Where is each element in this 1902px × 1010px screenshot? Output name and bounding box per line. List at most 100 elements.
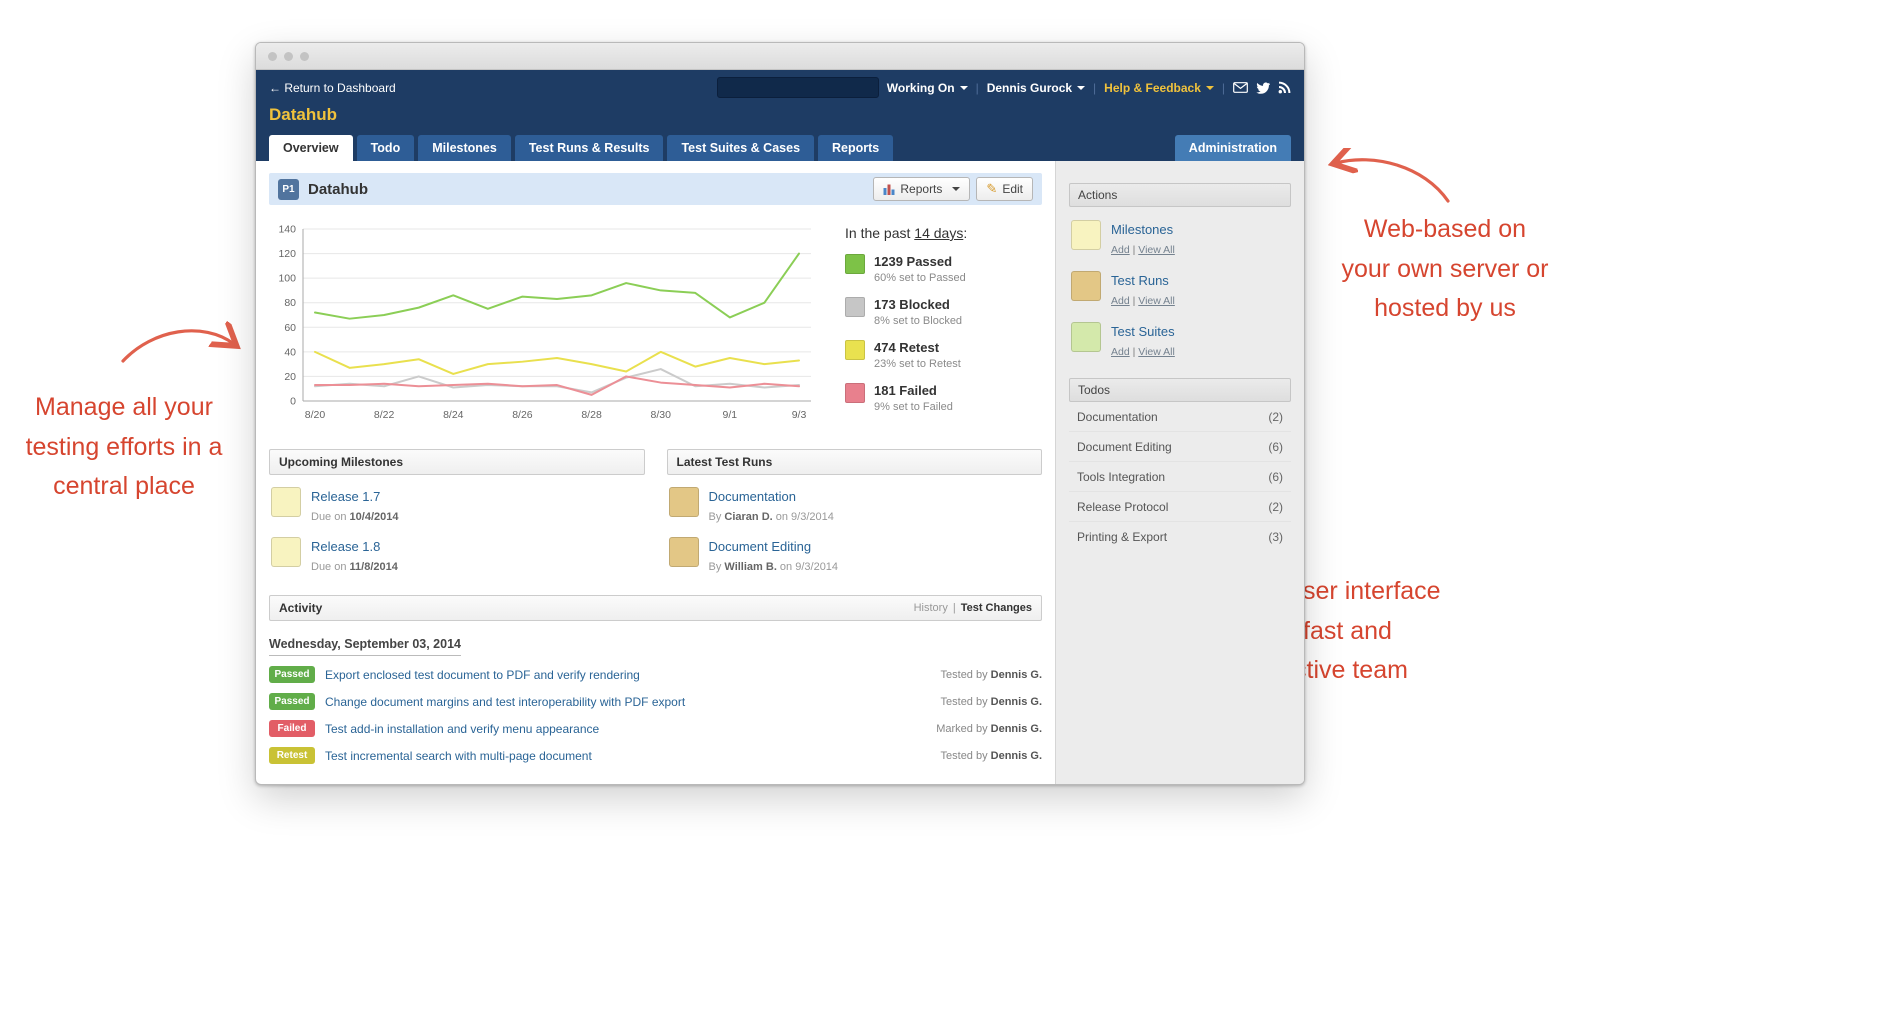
tab-reports[interactable]: Reports xyxy=(818,135,894,161)
milestone-due: Due on 11/8/2014 xyxy=(311,561,398,573)
milestones-add-link[interactable]: Add xyxy=(1111,244,1130,256)
arrow-top-right-annotation xyxy=(1328,148,1450,203)
arrow-left-annotation xyxy=(121,316,244,363)
milestone-link[interactable]: Release 1.7 xyxy=(311,489,380,504)
edit-button[interactable]: ✎ Edit xyxy=(976,177,1033,201)
todo-item[interactable]: Documentation (2) xyxy=(1069,402,1291,432)
todos-block: Todos Documentation (2) Document Editing… xyxy=(1069,378,1291,551)
date-range-link[interactable]: 14 days xyxy=(914,225,963,241)
test-suite-icon xyxy=(1071,322,1101,352)
status-badge: Passed xyxy=(269,693,315,710)
test-run-link[interactable]: Document Editing xyxy=(709,539,812,554)
svg-text:60: 60 xyxy=(284,322,296,334)
top-navigation: ← Return to Dashboard Working On | Denni… xyxy=(256,70,1304,161)
page-title: Datahub xyxy=(308,180,368,198)
svg-text:9/1: 9/1 xyxy=(723,409,738,421)
todos-header: Todos xyxy=(1069,378,1291,402)
search-input[interactable] xyxy=(726,80,873,95)
test-suites-add-link[interactable]: Add xyxy=(1111,346,1130,358)
right-sidebar: Actions Milestones Add | View All Test R… xyxy=(1055,161,1304,784)
separator: | xyxy=(1132,295,1136,307)
tab-overview[interactable]: Overview xyxy=(269,135,353,161)
user-menu[interactable]: Dennis Gurock xyxy=(987,81,1086,95)
todo-item[interactable]: Tools Integration (6) xyxy=(1069,462,1291,492)
svg-text:8/20: 8/20 xyxy=(305,409,326,421)
mail-icon[interactable] xyxy=(1233,82,1248,93)
milestone-icon xyxy=(271,537,301,567)
chevron-down-icon xyxy=(959,85,968,90)
separator: | xyxy=(1093,80,1097,95)
svg-text:100: 100 xyxy=(278,273,296,285)
test-runs-view-all-link[interactable]: View All xyxy=(1138,295,1175,307)
rss-icon[interactable] xyxy=(1278,81,1291,94)
project-badge: P1 xyxy=(278,178,299,200)
window-zoom-button[interactable] xyxy=(300,51,309,61)
svg-text:8/28: 8/28 xyxy=(581,409,602,421)
activity-row: Retest Test incremental search with mult… xyxy=(269,747,1042,764)
retest-swatch xyxy=(845,340,865,360)
return-to-dashboard-link[interactable]: ← Return to Dashboard xyxy=(269,81,396,95)
status-badge: Retest xyxy=(269,747,315,764)
latest-test-runs-header: Latest Test Runs xyxy=(666,449,1042,475)
milestone-item: Release 1.7 Due on 10/4/2014 xyxy=(269,475,645,525)
reports-button[interactable]: Reports xyxy=(873,177,971,201)
marketing-canvas: { "annotations": { "left_text": "Manage … xyxy=(0,0,1902,1010)
annotation-top-right: Web-based on your own server or hosted b… xyxy=(1341,215,1549,322)
activity-row: Passed Export enclosed test document to … xyxy=(269,666,1042,683)
svg-text:8/26: 8/26 xyxy=(512,409,533,421)
separator: | xyxy=(975,80,979,95)
test-run-link[interactable]: Documentation xyxy=(709,489,796,504)
window-close-button[interactable] xyxy=(268,51,277,61)
test-run-icon xyxy=(668,537,699,567)
search-box[interactable] xyxy=(716,77,879,98)
chevron-down-icon xyxy=(1205,85,1214,90)
blocked-swatch xyxy=(845,297,865,317)
todo-item[interactable]: Release Protocol (2) xyxy=(1069,492,1291,522)
window-minimize-button[interactable] xyxy=(284,51,293,61)
activity-row: Passed Change document margins and test … xyxy=(269,693,1042,710)
test-run-item: Document Editing By William B. on 9/3/20… xyxy=(667,525,1043,575)
summary-title: In the past 14 days: xyxy=(845,225,968,241)
todo-label: Tools Integration xyxy=(1077,470,1166,484)
main-column: P1 Datahub Reports ✎ Edit 0 20 40 60 80 … xyxy=(256,161,1055,784)
legend-entry-failed: 181 Failed 9% set to Failed xyxy=(845,383,967,413)
todo-item[interactable]: Printing & Export (3) xyxy=(1069,522,1291,551)
activity-test-link[interactable]: Change document margins and test interop… xyxy=(325,695,685,709)
history-link[interactable]: History xyxy=(914,602,948,614)
failed-swatch xyxy=(845,383,865,403)
test-suites-view-all-link[interactable]: View All xyxy=(1138,346,1175,358)
activity-test-link[interactable]: Test incremental search with multi-page … xyxy=(325,749,592,763)
test-suites-link[interactable]: Test Suites xyxy=(1111,324,1175,339)
status-badge: Passed xyxy=(269,666,315,683)
action-milestones: Milestones Add | View All xyxy=(1069,207,1291,258)
separator: | xyxy=(952,602,956,614)
activity-test-link[interactable]: Export enclosed test document to PDF and… xyxy=(325,668,640,682)
tab-test-suites-cases[interactable]: Test Suites & Cases xyxy=(667,135,815,161)
test-changes-link[interactable]: Test Changes xyxy=(961,602,1032,614)
svg-text:0: 0 xyxy=(290,396,296,408)
tab-administration[interactable]: Administration xyxy=(1174,135,1291,161)
todo-label: Release Protocol xyxy=(1077,500,1169,514)
svg-text:9/3: 9/3 xyxy=(792,409,807,421)
test-run-icon xyxy=(1071,271,1101,301)
tab-todo[interactable]: Todo xyxy=(356,135,415,161)
twitter-icon[interactable] xyxy=(1256,82,1270,94)
activity-title: Activity xyxy=(279,601,323,615)
test-runs-add-link[interactable]: Add xyxy=(1111,295,1130,307)
failed-detail: 9% set to Failed xyxy=(874,401,953,413)
milestones-link[interactable]: Milestones xyxy=(1111,222,1173,237)
todo-item[interactable]: Document Editing (6) xyxy=(1069,432,1291,462)
legend-entry-retest: 474 Retest 23% set to Retest xyxy=(845,340,967,370)
milestone-link[interactable]: Release 1.8 xyxy=(311,539,380,554)
summary-legend: In the past 14 days: 1239 Passed 60% set… xyxy=(845,219,967,431)
milestones-view-all-link[interactable]: View All xyxy=(1138,244,1175,256)
tab-milestones[interactable]: Milestones xyxy=(418,135,511,161)
test-run-by: By Ciaran D. on 9/3/2014 xyxy=(708,511,834,523)
test-runs-link[interactable]: Test Runs xyxy=(1111,273,1169,288)
test-run-icon xyxy=(668,487,699,517)
tab-test-runs-results[interactable]: Test Runs & Results xyxy=(514,135,664,161)
activity-test-link[interactable]: Test add-in installation and verify menu… xyxy=(325,722,599,736)
help-feedback-menu[interactable]: Help & Feedback xyxy=(1104,81,1214,95)
working-on-menu[interactable]: Working On xyxy=(887,81,968,95)
todo-label: Documentation xyxy=(1077,410,1158,424)
